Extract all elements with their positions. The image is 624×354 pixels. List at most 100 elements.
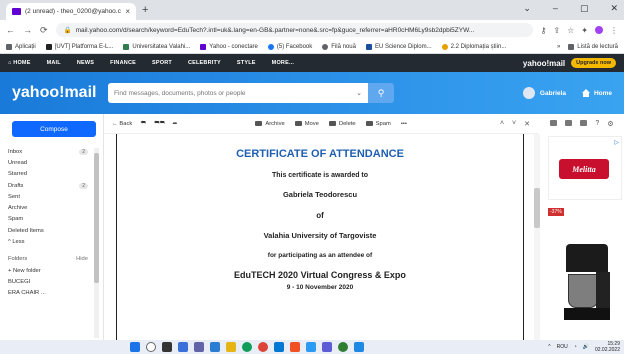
sidebar-item-deleted[interactable]: Deleted Items <box>8 225 88 236</box>
tray-chevron-icon[interactable]: ^ <box>548 344 550 350</box>
sidebar-scrollbar[interactable] <box>94 148 99 338</box>
settings-gear-icon[interactable]: ⚙ <box>607 120 613 128</box>
close-window-button[interactable]: ✕ <box>610 3 618 14</box>
star-icon[interactable]: ☆ <box>567 26 574 35</box>
hide-folders-link[interactable]: Hide <box>76 256 88 262</box>
teams-icon[interactable] <box>322 342 332 352</box>
bookmark-new-tab[interactable]: Filă nouă <box>322 43 356 50</box>
close-tab-icon[interactable]: × <box>125 7 130 16</box>
task-view-icon[interactable] <box>162 342 172 352</box>
nav-sport[interactable]: SPORT <box>152 60 172 66</box>
nav-celebrity[interactable]: CELEBRITY <box>188 60 221 66</box>
teams-chat-icon[interactable] <box>194 342 204 352</box>
sidebar-item-unread[interactable]: Unread <box>8 157 88 168</box>
back-button[interactable]: ← Back <box>112 121 132 127</box>
bookmark-facebook[interactable]: (5) Facebook <box>267 43 312 50</box>
file-explorer-icon[interactable] <box>226 342 236 352</box>
help-icon[interactable]: ? <box>595 120 599 128</box>
widgets-icon[interactable] <box>178 342 188 352</box>
menu-icon[interactable]: ⋮ <box>610 26 618 35</box>
search-icon[interactable] <box>146 342 156 352</box>
profile-icon[interactable] <box>595 26 603 34</box>
edge-icon[interactable] <box>242 342 252 352</box>
language-indicator[interactable]: ROU <box>557 344 568 350</box>
sidebar-item-archive[interactable]: Archive <box>8 202 88 213</box>
more-actions-button[interactable]: ••• <box>401 121 407 127</box>
reply-all-icon[interactable]: ⮪⮪ <box>154 120 165 127</box>
close-message-icon[interactable]: ✕ <box>524 120 530 128</box>
mail-icon[interactable] <box>274 342 284 352</box>
volume-icon[interactable]: 🔊 <box>583 344 589 350</box>
url-field[interactable]: 🔒 mail.yahoo.com/d/search/keyword=EduTec… <box>55 23 533 37</box>
discount-badge: -37% <box>548 208 564 216</box>
nav-mail[interactable]: MAIL <box>47 60 61 66</box>
forward-icon[interactable]: ➦ <box>173 121 178 127</box>
calendar-icon[interactable] <box>565 120 573 126</box>
minimize-button[interactable]: – <box>553 3 558 14</box>
sidebar-item-bucegi[interactable]: BUCEGI <box>8 276 88 287</box>
chrome-icon[interactable] <box>258 342 268 352</box>
sidebar-item-spam[interactable]: Spam <box>8 214 88 225</box>
word-icon[interactable] <box>210 342 220 352</box>
clock[interactable]: 15:29 02.02.2022 <box>595 341 620 353</box>
compose-button[interactable]: Compose <box>12 121 96 137</box>
product-ad[interactable]: -37% <box>548 208 622 338</box>
nav-home[interactable]: ⌂ HOME <box>8 60 31 66</box>
sidebar-item-era-chair[interactable]: ERA CHAIR ... <box>8 288 88 299</box>
key-icon[interactable]: ⚷ <box>541 26 547 35</box>
sidebar-item-sent[interactable]: Sent <box>8 191 88 202</box>
sidebar-scroll-thumb[interactable] <box>94 153 99 283</box>
wifi-icon[interactable]: ◔ <box>574 344 577 350</box>
search-input[interactable] <box>114 89 314 97</box>
bookmark-eu-science[interactable]: EU Science Diplom... <box>365 43 432 50</box>
bookmark-diplomacy[interactable]: 2.2 Diplomația știin... <box>441 43 506 50</box>
share-icon[interactable]: ⇪ <box>553 26 560 35</box>
vpn-icon[interactable] <box>338 342 348 352</box>
contacts-icon[interactable] <box>550 120 558 126</box>
delete-button[interactable]: Delete <box>328 121 356 127</box>
new-folder-button[interactable]: + New folder <box>8 265 88 276</box>
photos-icon[interactable] <box>306 342 316 352</box>
move-button[interactable]: Move <box>294 121 319 127</box>
browser-tab[interactable]: (2 unread) - theo_0200@yahoo.c × <box>6 3 136 20</box>
reload-icon[interactable]: ⟳ <box>40 25 48 36</box>
bookmarks-more-button[interactable]: » <box>557 44 560 50</box>
nav-style[interactable]: STYLE <box>237 60 256 66</box>
nav-news[interactable]: NEWS <box>77 60 94 66</box>
reading-list-button[interactable]: Listă de lectură <box>568 43 618 50</box>
nav-more[interactable]: MORE... <box>272 60 294 66</box>
bookmark-uvt[interactable]: [UVT] Platforma E-L... <box>45 43 113 50</box>
sidebar-less-toggle[interactable]: ^ Less <box>8 236 88 247</box>
home-link[interactable]: Home <box>581 88 612 98</box>
upgrade-button[interactable]: Upgrade now <box>571 58 616 68</box>
back-arrow-icon[interactable]: ← <box>6 25 15 35</box>
store-icon[interactable] <box>290 342 300 352</box>
sidebar-item-inbox[interactable]: Inbox 2 <box>8 146 88 157</box>
forward-arrow-icon[interactable]: → <box>23 25 32 35</box>
archive-button[interactable]: Archive <box>255 121 285 127</box>
sidebar-item-drafts[interactable]: Drafts 2 <box>8 180 88 191</box>
sidebar-item-starred[interactable]: Starred <box>8 169 88 180</box>
yahoo-mail-logo[interactable]: yahoo!mail <box>12 84 108 102</box>
user-menu[interactable]: Gabriela Home <box>522 87 612 99</box>
next-message-icon[interactable]: ˅ <box>512 120 516 128</box>
windows-start-icon[interactable] <box>130 342 140 352</box>
tab-search-icon[interactable]: ⌄ <box>523 3 531 14</box>
maximize-button[interactable]: ▢ <box>580 3 589 14</box>
bookmark-yahoo[interactable]: Yahoo - conectare <box>200 43 258 50</box>
notepad-icon[interactable] <box>580 120 588 126</box>
search-options-chevron-icon[interactable]: ⌄ <box>356 89 362 97</box>
yahoo-mail-small-logo[interactable]: yahoo!mail <box>523 59 565 68</box>
search-button[interactable]: ⚲ <box>368 83 394 103</box>
new-tab-button[interactable]: + <box>142 4 148 16</box>
nav-finance[interactable]: FINANCE <box>110 60 136 66</box>
advertisement-banner[interactable]: ▷ Melitta <box>548 136 622 200</box>
previous-message-icon[interactable]: ˄ <box>500 120 504 128</box>
outlook-icon[interactable] <box>354 342 364 352</box>
bookmark-valahia[interactable]: Universitatea Valahi... <box>123 43 190 50</box>
extension-icon[interactable]: ✦ <box>581 26 588 35</box>
ad-choices-icon[interactable]: ▷ <box>614 139 619 146</box>
bookmark-apps[interactable]: Aplicații <box>6 43 36 50</box>
spam-button[interactable]: Spam <box>365 121 391 127</box>
reply-icon[interactable]: ⮪ <box>140 120 145 127</box>
